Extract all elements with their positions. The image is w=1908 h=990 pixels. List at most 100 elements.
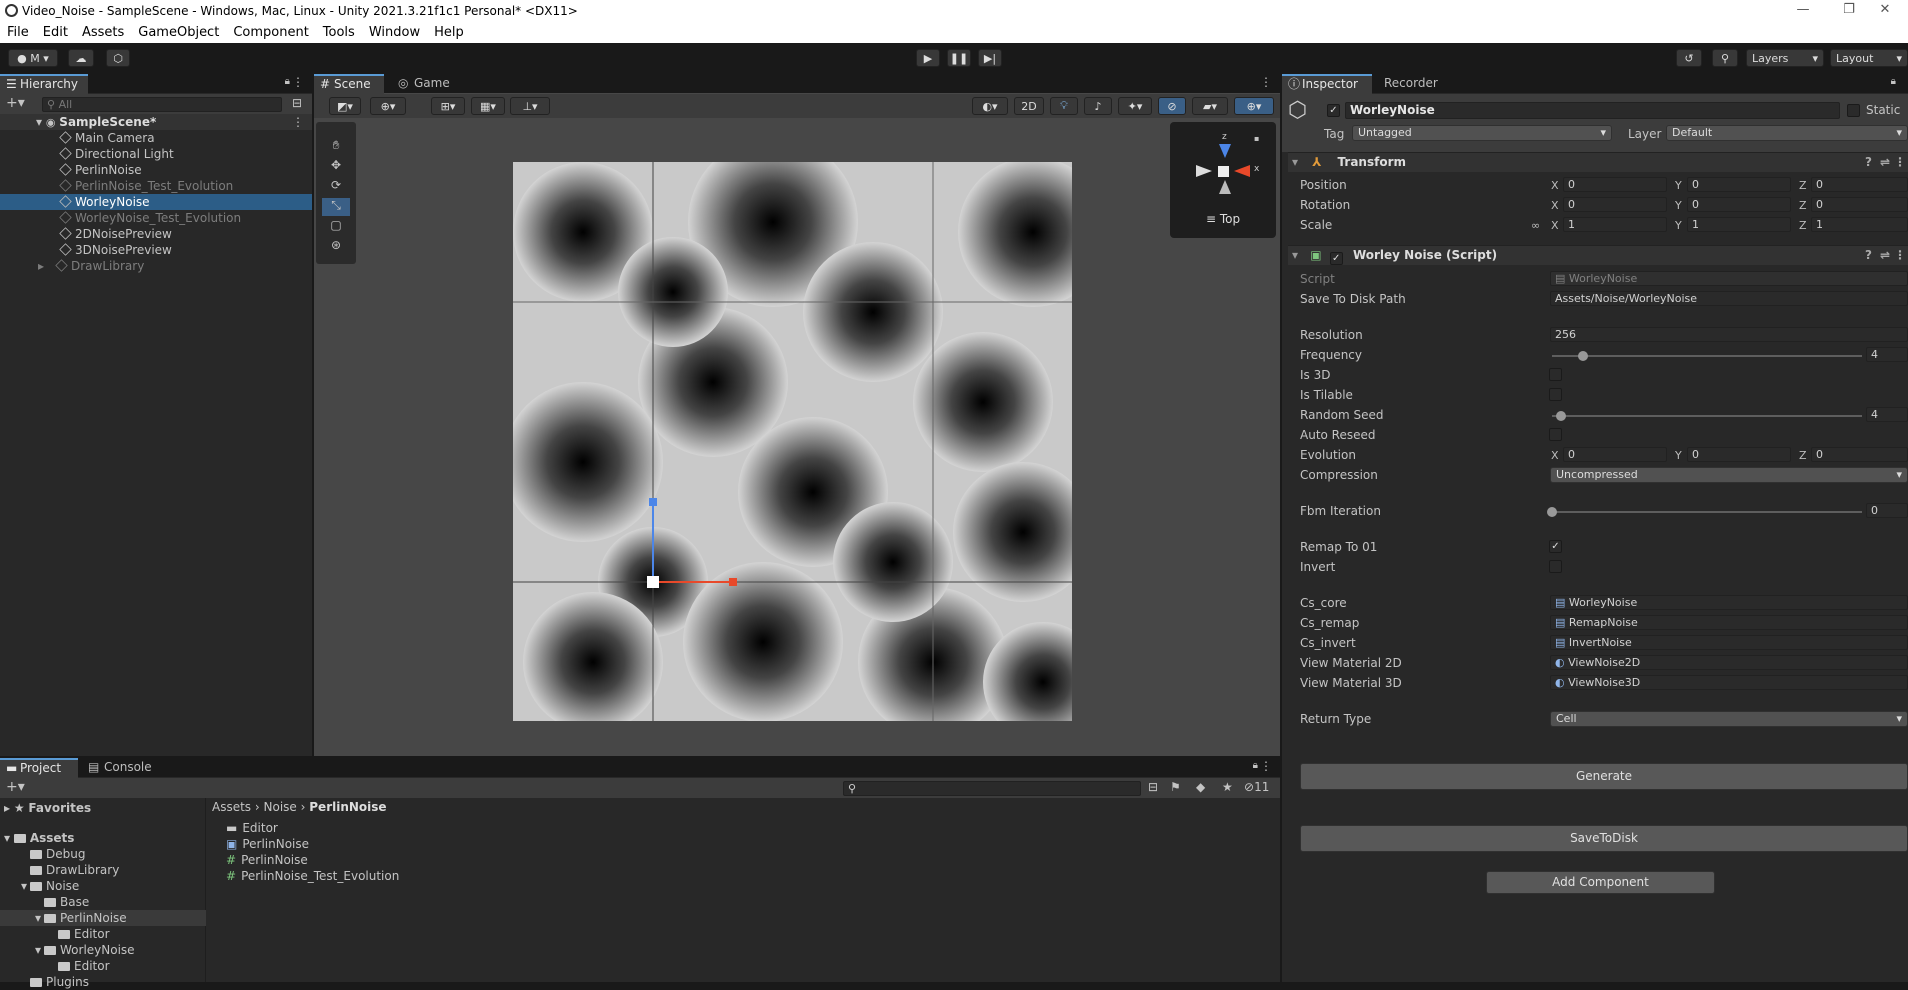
transform-scale-y-input[interactable]: 1 [1687, 217, 1791, 232]
project-tree-item[interactable]: Plugins [0, 974, 206, 990]
expand-arrow-icon[interactable]: ▾ [0, 910, 44, 926]
minimize-icon[interactable]: — [1780, 0, 1826, 22]
scene-visibility-toggle[interactable]: ⊘ [1158, 97, 1186, 115]
cloud-button[interactable]: ☁ [68, 49, 94, 67]
remap-checkbox[interactable]: ✓ [1549, 540, 1562, 553]
project-file-item[interactable]: # PerlinNoise_Test_Evolution [226, 868, 399, 884]
tab-recorder[interactable]: Recorder [1376, 74, 1456, 94]
tab-inspector[interactable]: ⓘ Inspector [1282, 74, 1372, 94]
menu-tools[interactable]: Tools [316, 25, 362, 40]
invert-checkbox[interactable] [1549, 560, 1562, 573]
transform-rotation-y-input[interactable]: 0 [1687, 197, 1791, 212]
generate-button[interactable]: Generate [1300, 763, 1908, 790]
evolution-z-input[interactable]: 0 [1811, 447, 1908, 462]
tab-console[interactable]: ▤ Console [84, 758, 164, 778]
hierarchy-item[interactable]: ▸ DrawLibrary [0, 258, 312, 274]
transform-scale-x-input[interactable]: 1 [1563, 217, 1667, 232]
transform-header[interactable]: ▾ ⅄ Transform ? ⇌ ⋮ [1288, 152, 1908, 172]
worley-script-header[interactable]: ▾ ▣ ✓ Worley Noise (Script) ? ⇌ ⋮ [1288, 245, 1908, 265]
transform-position-x-input[interactable]: 0 [1563, 177, 1667, 192]
layout-dropdown[interactable]: Layout ▾ [1830, 49, 1908, 67]
favorites-row[interactable]: ▸ ★ Favorites [4, 800, 91, 816]
add-object-button[interactable]: +▾ [6, 95, 25, 111]
pause-button[interactable]: ❚❚ [947, 49, 971, 67]
rect-tool[interactable]: ▢ [322, 218, 350, 236]
draw-mode-dropdown[interactable]: ◩▾ [329, 97, 361, 115]
transform-rotation-z-input[interactable]: 0 [1811, 197, 1908, 212]
view-material-2d-field[interactable]: ◐ ViewNoise2D [1550, 655, 1908, 670]
expand-arrow-icon[interactable]: ▸ [0, 258, 48, 274]
fbm-input[interactable]: 0 [1866, 503, 1908, 518]
script-enabled-checkbox[interactable]: ✓ [1329, 252, 1343, 265]
istilable-checkbox[interactable] [1549, 388, 1562, 401]
menu-help[interactable]: Help [427, 25, 471, 40]
tab-project[interactable]: ▬ Project [0, 758, 78, 778]
return-type-dropdown[interactable]: Cell ▾ [1550, 711, 1908, 727]
move-tool[interactable]: ✥ [322, 158, 350, 176]
scale-tool[interactable]: ⤡ [322, 198, 350, 216]
more-menu-icon[interactable]: ⋮ [1260, 759, 1272, 773]
hierarchy-item[interactable]: PerlinNoise [0, 162, 312, 178]
play-button[interactable]: ▶ [916, 49, 940, 67]
project-file-item[interactable]: ▬ Editor [226, 820, 278, 836]
project-tree-item[interactable]: Editor [0, 958, 206, 974]
global-dropdown[interactable]: ⊕ ▾ [370, 97, 406, 115]
account-button[interactable]: ● M ▾ [8, 49, 58, 67]
more-menu-icon[interactable]: ⋮ [292, 114, 304, 130]
frequency-slider-track[interactable] [1552, 355, 1862, 357]
lighting-toggle[interactable]: 💡︎ [1050, 97, 1078, 115]
fbm-slider-knob[interactable] [1547, 507, 1557, 517]
menu-edit[interactable]: Edit [36, 25, 75, 40]
save-path-input[interactable]: Assets/Noise/WorleyNoise [1550, 291, 1908, 306]
more-menu-icon[interactable]: ⋮ [292, 75, 304, 89]
hidden-packages-icon[interactable]: ⊘11 [1244, 780, 1269, 794]
help-icon[interactable]: ? [1865, 153, 1872, 172]
random-seed-slider-track[interactable] [1552, 415, 1862, 417]
compression-dropdown[interactable]: Uncompressed ▾ [1550, 467, 1908, 483]
tag-icon[interactable]: ◆ [1196, 780, 1205, 794]
project-file-item[interactable]: # PerlinNoise [226, 852, 308, 868]
hierarchy-item[interactable]: PerlinNoise_Test_Evolution [0, 178, 312, 194]
lock-icon[interactable]: 🔒︎ [1891, 76, 1896, 87]
layer-dropdown[interactable]: Default ▾ [1666, 125, 1908, 141]
lock-icon[interactable]: 🔒︎ [1253, 760, 1258, 771]
tab-game[interactable]: ◎ Game [394, 74, 464, 94]
presets-icon[interactable]: ⇌ [1880, 153, 1890, 172]
tab-scene[interactable]: # Scene [314, 74, 384, 94]
fbm-slider-track[interactable] [1552, 511, 1862, 513]
auto-reseed-checkbox[interactable] [1549, 428, 1562, 441]
search-button[interactable]: ⚲ [1712, 49, 1738, 67]
gizmo-lock-icon[interactable]: ▪ [1254, 134, 1259, 143]
layers-dropdown[interactable]: Layers ▾ [1746, 49, 1824, 67]
orientation-gizmo[interactable]: z x ▪ ≡ Top [1170, 122, 1276, 238]
snap-settings-dropdown[interactable]: ⊥▾ [510, 97, 550, 115]
camera-dropdown[interactable]: ▰ ▾ [1192, 97, 1228, 115]
grid-snap-dropdown[interactable]: ⊞▾ [431, 97, 465, 115]
expand-arrow-icon[interactable]: ▾ [0, 942, 44, 958]
search-filter-icon[interactable]: ⊟ [292, 96, 302, 110]
help-icon[interactable]: ? [1865, 246, 1872, 265]
tab-hierarchy[interactable]: ☰ Hierarchy [0, 74, 88, 94]
increment-snap-dropdown[interactable]: ▦▾ [471, 97, 505, 115]
collab-button[interactable]: ⬡ [106, 49, 130, 67]
evolution-y-input[interactable]: 0 [1687, 447, 1791, 462]
frequency-slider-knob[interactable] [1578, 351, 1588, 361]
scene-root-row[interactable]: ▾ ◉ SampleScene* ⋮ [0, 114, 312, 130]
is3d-checkbox[interactable] [1549, 368, 1562, 381]
search-by-type-icon[interactable]: ⊟ [1148, 780, 1158, 794]
create-asset-button[interactable]: +▾ [6, 779, 25, 795]
hierarchy-item[interactable]: Directional Light [0, 146, 312, 162]
breadcrumb-noise[interactable]: Noise [264, 800, 297, 814]
hierarchy-item[interactable]: WorleyNoise_Test_Evolution [0, 210, 312, 226]
undo-history-button[interactable]: ↺ [1676, 49, 1702, 67]
resolution-input[interactable]: 256 [1550, 327, 1908, 342]
random-seed-input[interactable]: 4 [1866, 407, 1908, 422]
step-button[interactable]: ▶| [978, 49, 1002, 67]
breadcrumb-assets[interactable]: Assets [212, 800, 251, 814]
add-component-button[interactable]: Add Component [1486, 871, 1715, 894]
project-tree-item[interactable]: ▾ WorleyNoise [0, 942, 206, 958]
more-menu-icon[interactable]: ⋮ [1260, 75, 1272, 89]
gizmos-dropdown[interactable]: ⊕ ▾ [1234, 97, 1274, 115]
transform-position-y-input[interactable]: 0 [1687, 177, 1791, 192]
frequency-input[interactable]: 4 [1866, 347, 1908, 362]
